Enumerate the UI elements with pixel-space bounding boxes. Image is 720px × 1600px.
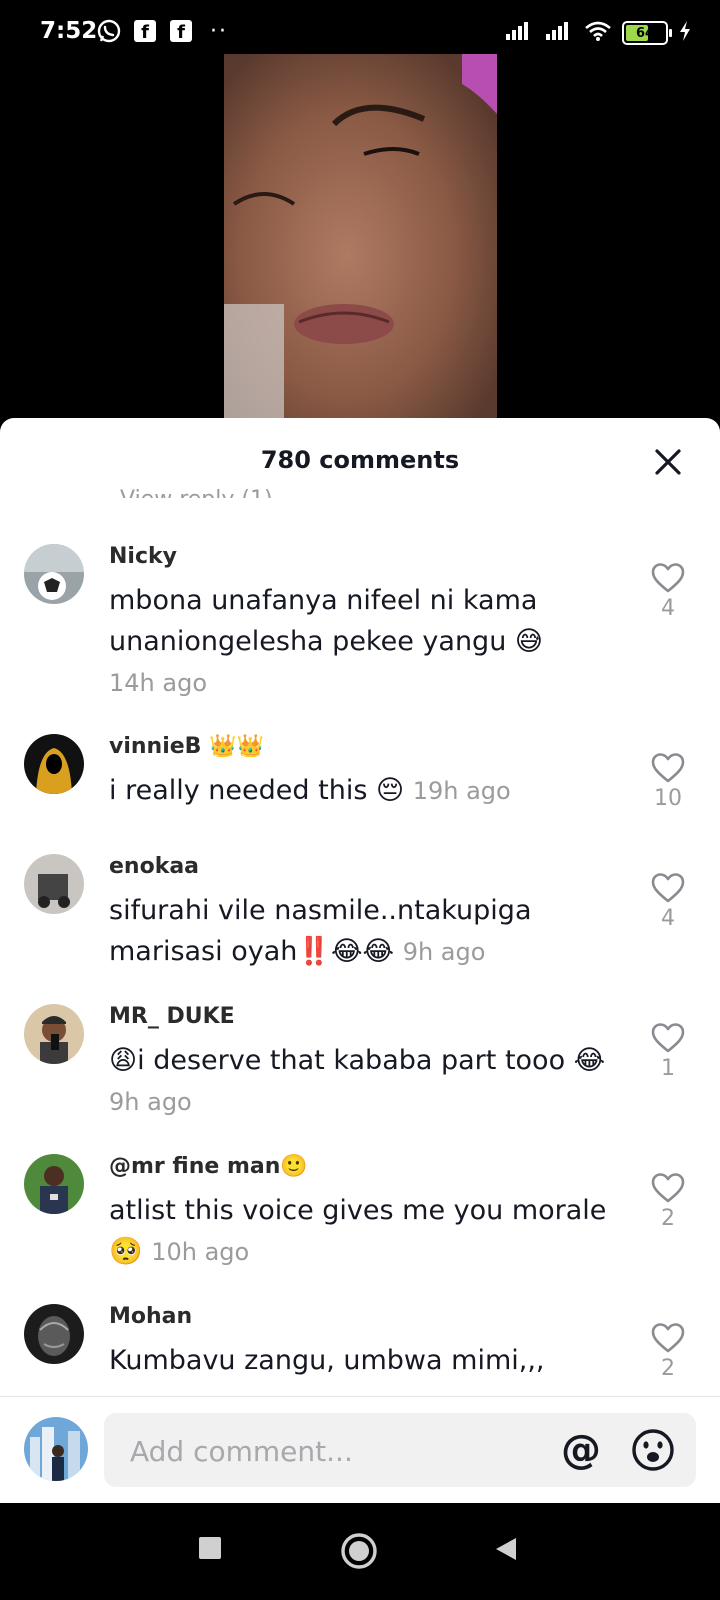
like-count: 4 — [661, 596, 675, 621]
comment-time: 10h ago — [151, 1238, 250, 1266]
charging-icon — [678, 20, 692, 46]
emoji-button[interactable] — [630, 1427, 676, 1473]
like-count: 10 — [654, 786, 682, 811]
whatsapp-icon — [96, 18, 122, 44]
more-dots-icon: ·· — [210, 18, 228, 44]
comment-body: 😩i deserve that kababa part tooo 😂 — [109, 1045, 606, 1076]
comment-time: 9h ago — [402, 938, 486, 966]
like-button[interactable]: 4 — [648, 562, 688, 621]
view-reply-link[interactable]: View reply (1) — [120, 480, 273, 498]
emoji-icon — [632, 1429, 674, 1471]
current-user-avatar[interactable] — [24, 1417, 88, 1481]
comment-time: 14h ago — [109, 669, 208, 697]
like-button[interactable]: 1 — [648, 1022, 688, 1081]
like-button[interactable]: 10 — [648, 752, 688, 811]
comment-text: i really needed this 😔 19h ago — [109, 770, 629, 812]
comment-author[interactable]: Nicky — [109, 544, 177, 569]
square-icon — [199, 1537, 221, 1559]
battery-level: 64 — [635, 25, 655, 41]
mention-button[interactable]: @ — [558, 1427, 604, 1473]
comment-text: mbona unafanya nifeel ni kama unaniongel… — [109, 580, 629, 704]
avatar[interactable] — [24, 544, 84, 604]
at-icon: @ — [561, 1427, 601, 1473]
like-button[interactable]: 2 — [648, 1172, 688, 1231]
home-button[interactable] — [340, 1532, 378, 1574]
system-icons: 64 — [504, 20, 692, 46]
recents-button[interactable] — [198, 1536, 222, 1564]
comment-list[interactable]: Nicky mbona unafanya nifeel ni kama unan… — [0, 510, 720, 1415]
comment-body: Kumbavu zangu, umbwa mimi,,, — [109, 1345, 545, 1376]
heart-icon — [651, 753, 685, 783]
like-count: 1 — [661, 1056, 675, 1081]
heart-icon — [651, 563, 685, 593]
avatar[interactable] — [24, 1004, 84, 1064]
circle-icon — [341, 1533, 377, 1569]
avatar[interactable] — [24, 734, 84, 794]
signal-icon — [544, 20, 574, 46]
comment-body: mbona unafanya nifeel ni kama unaniongel… — [109, 585, 544, 657]
comment-text: sifurahi vile nasmile..ntakupiga marisas… — [109, 890, 629, 973]
comment-composer: @ — [0, 1396, 720, 1504]
comment-author[interactable]: enokaa — [109, 854, 199, 879]
close-button[interactable] — [652, 446, 684, 478]
video-preview[interactable] — [224, 54, 497, 420]
comments-sheet: 780 comments View reply (1) Nicky mbona … — [0, 418, 720, 1503]
comment-input[interactable] — [128, 1413, 512, 1489]
signal-icon — [504, 20, 534, 46]
comment-text: 😩i deserve that kababa part tooo 😂 9h ag… — [109, 1040, 629, 1123]
triangle-back-icon — [496, 1538, 516, 1560]
comment-author[interactable]: @mr fine man🙂 — [109, 1154, 308, 1179]
comments-count-title: 780 comments — [260, 446, 460, 474]
battery-icon: 64 — [622, 21, 672, 45]
avatar[interactable] — [24, 1304, 84, 1364]
like-button[interactable]: 2 — [648, 1322, 688, 1381]
close-icon — [655, 449, 681, 475]
back-button[interactable] — [494, 1536, 518, 1566]
like-count: 2 — [661, 1356, 675, 1381]
heart-icon — [651, 1323, 685, 1353]
system-navigation-bar — [0, 1503, 720, 1600]
comment-body: i really needed this 😔 — [109, 775, 405, 806]
comment-time: 19h ago — [412, 777, 511, 805]
facebook-icon: f — [132, 18, 158, 44]
comment-text: Kumbavu zangu, umbwa mimi,,, — [109, 1340, 629, 1382]
heart-icon — [651, 873, 685, 903]
avatar[interactable] — [24, 1154, 84, 1214]
wifi-icon — [584, 20, 612, 46]
sheet-header: 780 comments View reply (1) — [0, 418, 720, 498]
comment-author[interactable]: MR_ DUKE — [109, 1004, 235, 1029]
avatar[interactable] — [24, 854, 84, 914]
heart-icon — [651, 1173, 685, 1203]
comment-author[interactable]: Mohan — [109, 1304, 192, 1329]
comment-time: 9h ago — [109, 1088, 192, 1116]
notification-icons: f f ·· — [96, 18, 228, 44]
comment-input-wrapper: @ — [104, 1413, 696, 1489]
facebook-icon: f — [168, 18, 194, 44]
heart-icon — [651, 1023, 685, 1053]
comment-author[interactable]: vinnieB 👑👑 — [109, 734, 264, 759]
status-time: 7:52 — [40, 18, 98, 44]
like-count: 4 — [661, 906, 675, 931]
comment-text: atlist this voice gives me you morale 🥺 … — [109, 1190, 629, 1273]
like-button[interactable]: 4 — [648, 872, 688, 931]
like-count: 2 — [661, 1206, 675, 1231]
